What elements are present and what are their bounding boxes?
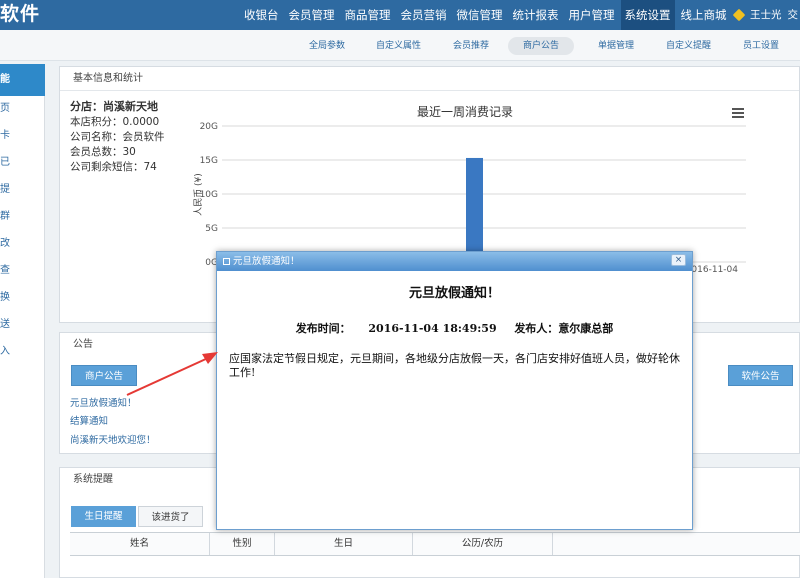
publisher-value: 意尔康总部 xyxy=(558,322,614,335)
column-header xyxy=(552,533,800,555)
subnav-member-referral[interactable]: 会员推荐 xyxy=(453,37,489,55)
user-extra: 交 xyxy=(787,9,799,21)
y-tick-label: 20G xyxy=(200,122,218,132)
dialog-title: 元旦放假通知！ xyxy=(233,256,300,267)
nav-user-management[interactable]: 用户管理 xyxy=(565,0,619,30)
nav-member-management[interactable]: 会员管理 xyxy=(285,0,339,30)
app-logo: 软件 xyxy=(0,3,41,25)
sidebar-item[interactable]: 已 xyxy=(0,150,45,176)
chart-bar[interactable] xyxy=(466,157,483,262)
subnav-document-management[interactable]: 单据管理 xyxy=(598,37,634,55)
notice-link[interactable]: 结算通知 xyxy=(70,413,108,427)
sub-nav: 全局参数 自定义属性 会员推荐 商户公告 单据管理 自定义提醒 员工设置 xyxy=(0,30,800,61)
y-tick-label: 5G xyxy=(205,224,218,234)
sidebar-item[interactable]: 群 xyxy=(0,204,45,230)
notice-dialog: 元旦放假通知！ × 元旦放假通知！ 发布时间： 2016-11-04 18:49… xyxy=(216,251,693,530)
subnav-custom-attributes[interactable]: 自定义属性 xyxy=(376,37,421,55)
notice-heading: 元旦放假通知！ xyxy=(408,286,500,301)
close-button[interactable]: × xyxy=(671,254,686,266)
subnav-merchant-notice[interactable]: 商户公告 xyxy=(508,37,575,55)
nav-system-settings[interactable]: 系统设置 xyxy=(620,0,675,30)
notice-body: 应国家法定节假日规定，元旦期间，各地级分店放假一天，各门店安排好值班人员，做好轮… xyxy=(229,352,680,379)
column-header: 生日 xyxy=(274,533,412,555)
nav-member-marketing[interactable]: 会员营销 xyxy=(397,0,451,30)
sidebar-item[interactable]: 入 xyxy=(0,339,45,365)
sidebar-item[interactable]: 页 xyxy=(0,96,45,122)
company-name: 公司名称：会员软件 xyxy=(70,131,165,143)
panel-title: 基本信息和统计 xyxy=(60,67,799,91)
sidebar-item[interactable]: 送 xyxy=(0,312,45,338)
y-tick-label: 10G xyxy=(200,190,218,200)
subnav-global-params[interactable]: 全局参数 xyxy=(309,37,345,55)
member-count: 会员总数：30 xyxy=(70,146,136,158)
shop-stats: 分店：尚溪新天地 本店积分：0.0000 公司名称：会员软件 会员总数：30 公… xyxy=(70,99,165,175)
nav-wechat-management[interactable]: 微信管理 xyxy=(453,0,507,30)
nav-online-mall[interactable]: 线上商城 xyxy=(677,0,731,30)
tab-restock[interactable]: 该进货了 xyxy=(138,506,203,527)
diamond-icon xyxy=(732,8,746,22)
user-name: 王士光 xyxy=(750,9,782,21)
publish-time-value: 2016-11-04 18:49:59 xyxy=(368,322,497,335)
sidebar-item[interactable]: 改 xyxy=(0,231,45,257)
top-bar: 软件 收银台 会员管理 商品管理 会员营销 微信管理 统计报表 用户管理 系统设… xyxy=(0,0,800,30)
column-header: 性别 xyxy=(209,533,274,555)
nav-product-management[interactable]: 商品管理 xyxy=(341,0,395,30)
software-notice-button[interactable]: 软件公告 xyxy=(728,365,793,386)
publish-time-label: 发布时间： xyxy=(295,322,351,335)
sidebar-item[interactable]: 查 xyxy=(0,258,45,284)
column-header: 姓名 xyxy=(129,538,149,549)
notice-meta: 发布时间： 2016-11-04 18:49:59 发布人：意尔康总部 xyxy=(217,320,692,336)
sidebar-item-active[interactable]: 能 xyxy=(0,64,45,96)
sidebar-item[interactable]: 提 xyxy=(0,177,45,203)
sidebar-item[interactable]: 换 xyxy=(0,285,45,311)
user-menu[interactable]: 王士光 交 xyxy=(732,0,799,30)
shop-name: 分店：尚溪新天地 xyxy=(70,100,158,113)
publisher-label: 发布人： xyxy=(514,322,559,335)
tab-birthday-reminder[interactable]: 生日提醒 xyxy=(71,506,136,527)
dialog-title-bar[interactable]: 元旦放假通知！ × xyxy=(217,252,692,271)
shop-points: 本店积分：0.0000 xyxy=(70,116,160,128)
notice-link[interactable]: 元旦放假通知！ xyxy=(70,395,137,409)
y-tick-label: 15G xyxy=(200,156,218,166)
window-icon xyxy=(223,258,230,265)
sms-remaining: 公司剩余短信：74 xyxy=(70,161,157,173)
subnav-staff-settings[interactable]: 员工设置 xyxy=(743,37,779,55)
merchant-notice-button[interactable]: 商户公告 xyxy=(71,365,137,386)
x-tick-label: 2016-11-04 xyxy=(686,265,739,275)
top-nav: 收银台 会员管理 商品管理 会员营销 微信管理 统计报表 用户管理 系统设置 线… xyxy=(240,0,731,30)
sidebar-item[interactable]: 卡 xyxy=(0,123,45,149)
notice-link[interactable]: 尚溪新天地欢迎您！ xyxy=(70,432,156,446)
column-header: 公历/农历 xyxy=(412,533,552,555)
sidebar: 能 页 卡 已 提 群 改 查 换 送 入 xyxy=(0,64,45,578)
reminder-table-header: 姓名 性别 生日 公历/农历 xyxy=(70,532,800,556)
subnav-custom-reminder[interactable]: 自定义提醒 xyxy=(666,37,711,55)
nav-cashier[interactable]: 收银台 xyxy=(240,0,283,30)
nav-reports[interactable]: 统计报表 xyxy=(509,0,563,30)
